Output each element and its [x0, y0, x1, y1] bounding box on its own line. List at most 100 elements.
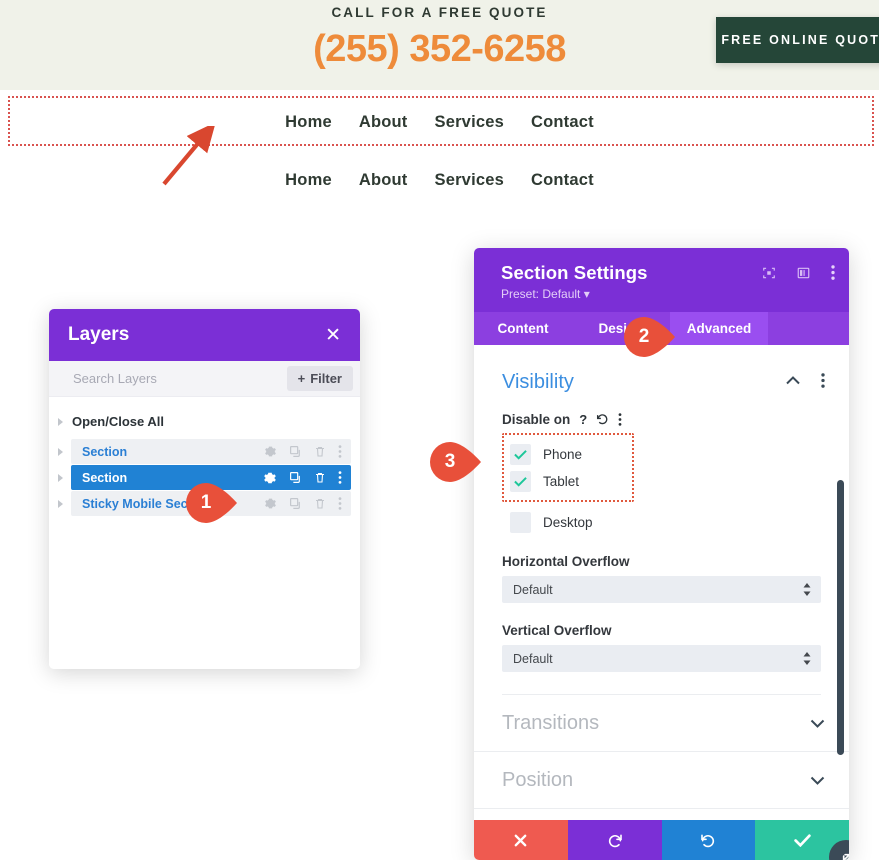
chevron-down-icon[interactable] [810, 776, 825, 785]
nav-item-contact[interactable]: Contact [531, 113, 594, 132]
gear-icon[interactable] [263, 471, 277, 485]
check-icon [514, 476, 527, 487]
position-section-header[interactable]: Position [474, 752, 849, 809]
undo-icon [608, 834, 622, 848]
visibility-heading: Visibility [502, 371, 574, 393]
more-vertical-icon[interactable] [821, 373, 825, 388]
trash-icon[interactable] [314, 471, 326, 484]
more-vertical-icon[interactable] [618, 413, 622, 426]
screenshot-root: CALL FOR A FREE QUOTE (255) 352-6258 FRE… [0, 0, 879, 860]
more-vertical-icon[interactable] [831, 265, 835, 280]
callout-pin-1: 1 [186, 483, 238, 523]
transitions-label: Transitions [502, 711, 600, 734]
duplicate-icon[interactable] [289, 497, 302, 510]
more-vertical-icon[interactable] [338, 497, 342, 510]
triangle-right-icon[interactable] [58, 499, 63, 508]
layout-columns-icon[interactable] [796, 266, 811, 280]
filter-button[interactable]: + Filter [286, 366, 353, 391]
checkbox-tablet[interactable] [510, 470, 531, 492]
checkbox-row-tablet[interactable]: Tablet [510, 469, 582, 493]
duplicate-icon[interactable] [289, 445, 302, 458]
checkbox-label-tablet: Tablet [543, 473, 580, 489]
callout-pin-3: 3 [430, 442, 482, 482]
vertical-overflow-select[interactable]: Default [502, 645, 821, 672]
chevron-up-icon[interactable] [786, 376, 800, 385]
more-vertical-icon[interactable] [338, 445, 342, 458]
select-arrows-icon [803, 652, 811, 665]
checkbox-desktop[interactable] [510, 511, 531, 533]
secondary-nav[interactable]: Home About Services Contact [0, 171, 879, 190]
layers-list: Open/Close All Section Section Sticky Mo… [49, 397, 360, 669]
redo-icon [701, 834, 715, 848]
duplicate-icon[interactable] [289, 471, 302, 484]
help-icon[interactable]: ? [579, 412, 587, 427]
primary-nav[interactable]: Home About Services Contact [0, 113, 879, 132]
open-close-all-row[interactable]: Open/Close All [49, 414, 360, 429]
settings-panel-header: Section Settings Preset: Default ▾ [474, 248, 849, 312]
filter-label: Filter [310, 371, 342, 386]
tabs-filler [768, 312, 849, 345]
callout-number: 2 [638, 326, 650, 347]
trash-icon[interactable] [314, 445, 326, 458]
settings-action-bar [474, 820, 849, 860]
checkbox-row-desktop[interactable]: Desktop [510, 510, 821, 534]
undo-button[interactable] [567, 820, 662, 860]
vertical-overflow-value: Default [513, 651, 553, 666]
disable-on-checkboxes-highlight: Phone Tablet [502, 433, 635, 502]
nav-item-services[interactable]: Services [434, 113, 504, 132]
triangle-right-icon [58, 417, 63, 426]
nav2-item-about[interactable]: About [359, 171, 408, 190]
layer-label: Section [82, 444, 128, 459]
search-layers-input[interactable]: Search Layers [73, 371, 287, 386]
more-vertical-icon[interactable] [338, 471, 342, 484]
close-icon[interactable]: ✕ [325, 326, 341, 345]
horizontal-overflow-select[interactable]: Default [502, 576, 821, 603]
horizontal-overflow-label: Horizontal Overflow [502, 554, 630, 569]
checkbox-label-phone: Phone [543, 446, 583, 462]
layer-row-section-1[interactable]: Section [58, 439, 351, 464]
nav-item-home[interactable]: Home [285, 113, 332, 132]
checkbox-phone[interactable] [510, 443, 531, 465]
chevron-down-icon[interactable] [810, 719, 825, 728]
select-arrows-icon [803, 583, 811, 596]
trash-icon[interactable] [314, 497, 326, 510]
disable-on-label-row: Disable on ? [502, 412, 821, 427]
gear-icon[interactable] [264, 445, 277, 458]
preset-selector[interactable]: Preset: Default ▾ [501, 287, 832, 301]
callout-number: 3 [444, 451, 456, 472]
cancel-button[interactable] [474, 820, 568, 860]
position-label: Position [502, 768, 574, 791]
horizontal-overflow-value: Default [513, 582, 553, 597]
gear-icon[interactable] [264, 497, 277, 510]
layer-row-icons [264, 445, 342, 458]
nav-item-about[interactable]: About [359, 113, 408, 132]
checkbox-row-phone[interactable]: Phone [510, 442, 582, 466]
layer-row-icons [264, 497, 342, 510]
nav2-item-services[interactable]: Services [434, 171, 504, 190]
triangle-right-icon[interactable] [58, 473, 63, 482]
focus-icon[interactable] [762, 266, 776, 280]
tab-content[interactable]: Content [474, 312, 572, 345]
transitions-section-header[interactable]: Transitions [474, 695, 849, 752]
preset-label: Preset: Default [501, 287, 581, 301]
plus-icon: + [297, 371, 306, 386]
nav2-item-home[interactable]: Home [285, 171, 332, 190]
check-icon [793, 833, 811, 847]
triangle-right-icon[interactable] [58, 447, 63, 456]
open-close-all-label: Open/Close All [72, 414, 164, 429]
annotation-arrow-icon [162, 126, 216, 186]
x-icon [514, 834, 527, 846]
settings-scrollbar[interactable] [837, 480, 844, 755]
settings-header-icons [762, 265, 835, 280]
reset-icon[interactable] [596, 413, 609, 426]
disable-on-field: Disable on ? Phone Tablet Desktop Horizo… [474, 394, 849, 695]
layer-row-icons [263, 471, 342, 485]
nav2-item-contact[interactable]: Contact [531, 171, 594, 190]
free-online-quote-button[interactable]: FREE ONLINE QUOTE [716, 17, 879, 63]
redo-button[interactable] [661, 820, 756, 860]
callout-pin-2: 2 [624, 317, 676, 357]
tab-advanced[interactable]: Advanced [670, 312, 768, 345]
vertical-overflow-label: Vertical Overflow [502, 623, 612, 638]
check-icon [514, 449, 527, 460]
layers-title: Layers [68, 324, 130, 345]
